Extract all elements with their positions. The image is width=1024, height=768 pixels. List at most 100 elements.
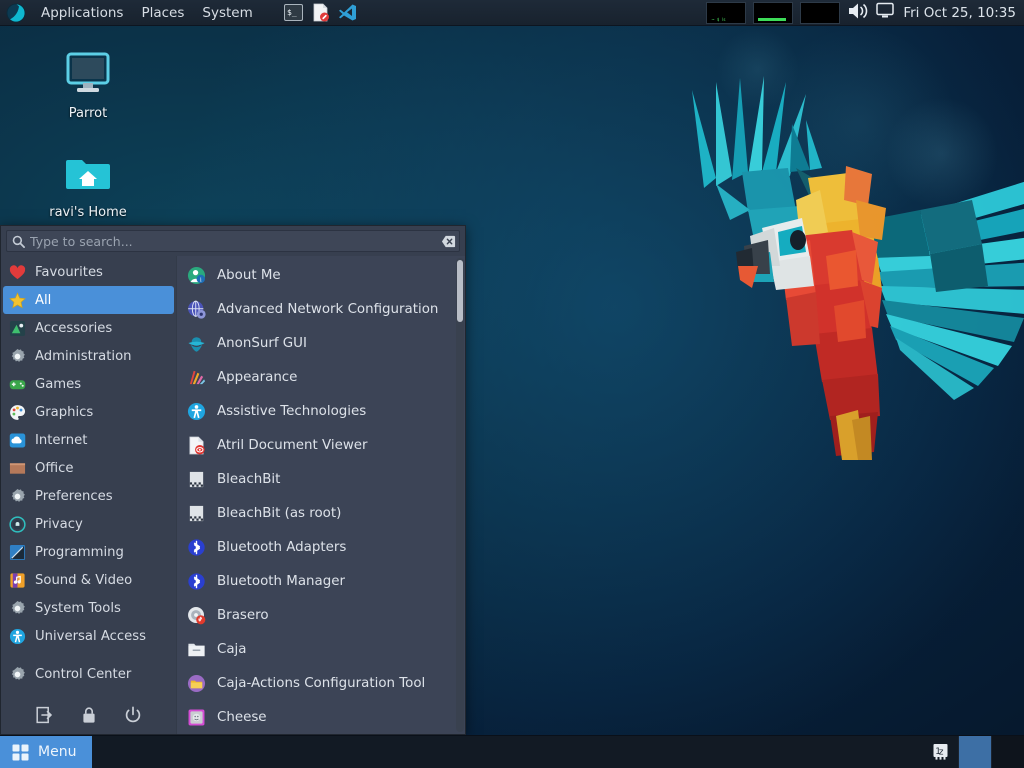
text-editor-blocked-launcher-icon[interactable]	[311, 3, 330, 22]
search-input[interactable]	[30, 234, 441, 249]
scrollbar-thumb[interactable]	[457, 260, 463, 322]
menu-places[interactable]: Places	[132, 0, 193, 26]
sidebar-separator	[1, 650, 176, 660]
clear-icon[interactable]	[441, 234, 456, 249]
sidebar-item-internet[interactable]: Internet	[3, 426, 174, 454]
office-icon	[9, 460, 26, 477]
programming-icon	[9, 544, 26, 561]
sidebar-item-accessories[interactable]: Accessories	[3, 314, 174, 342]
sidebar-item-label: Internet	[35, 433, 87, 448]
menu-applications[interactable]: Applications	[32, 0, 132, 26]
sidebar-item-games[interactable]: Games	[3, 370, 174, 398]
home-folder-icon	[40, 147, 136, 199]
list-item-label: Advanced Network Configuration	[217, 302, 438, 317]
vscode-launcher-icon[interactable]	[338, 3, 357, 22]
sidebar-item-administration[interactable]: Administration	[3, 342, 174, 370]
cpu-sleep-icon[interactable]: 1 z z	[930, 741, 952, 763]
volume-icon[interactable]	[847, 1, 869, 25]
list-item[interactable]: Caja	[177, 632, 456, 666]
list-item[interactable]: Appearance	[177, 360, 456, 394]
app-list-scrollbar[interactable]	[456, 258, 464, 732]
sidebar-item-control-center[interactable]: Control Center	[3, 660, 174, 688]
accessibility-icon	[187, 402, 206, 421]
list-item-label: Appearance	[217, 370, 297, 385]
sidebar-item-label: Universal Access	[35, 629, 146, 644]
star-icon	[9, 292, 26, 309]
search-box[interactable]	[6, 230, 460, 252]
workspace-pager[interactable]	[958, 736, 1024, 768]
sidebar-item-universal-access[interactable]: Universal Access	[3, 622, 174, 650]
top-panel: Applications Places System $_	[0, 0, 1024, 26]
network-config-icon	[187, 300, 206, 319]
sidebar-item-all[interactable]: All	[3, 286, 174, 314]
workspace-thumbnail[interactable]	[800, 2, 840, 24]
music-icon	[9, 572, 26, 589]
workspace-thumbnail[interactable]: ~ $ ls	[706, 2, 746, 24]
sidebar-item-label: Sound & Video	[35, 573, 132, 588]
sidebar-item-graphics[interactable]: Graphics	[3, 398, 174, 426]
menu-button[interactable]: Menu	[0, 736, 92, 768]
sidebar-item-label: Preferences	[35, 489, 113, 504]
sidebar-item-label: All	[35, 293, 51, 308]
list-item[interactable]: BleachBit (as root)	[177, 496, 456, 530]
sidebar-item-label: System Tools	[35, 601, 121, 616]
sidebar-item-sound-video[interactable]: Sound & Video	[3, 566, 174, 594]
workspace-thumbnail[interactable]	[753, 2, 793, 24]
cheese-icon	[187, 708, 206, 727]
workspace-1[interactable]	[958, 736, 991, 768]
sidebar-item-system-tools[interactable]: System Tools	[3, 594, 174, 622]
window-task-list[interactable]	[92, 736, 924, 768]
list-item[interactable]: Atril Document Viewer	[177, 428, 456, 462]
gamepad-icon	[9, 376, 26, 393]
display-icon[interactable]	[876, 2, 894, 23]
gear-icon	[9, 600, 26, 617]
gear-icon	[9, 666, 26, 683]
appearance-icon	[187, 368, 206, 387]
list-item[interactable]: Cheese	[177, 700, 456, 734]
sidebar-item-label: Programming	[35, 545, 124, 560]
list-item[interactable]: Assistive Technologies	[177, 394, 456, 428]
sidebar-item-label: Control Center	[35, 667, 131, 682]
sidebar-item-favourites[interactable]: Favourites	[3, 258, 174, 286]
svg-text:z: z	[944, 745, 947, 752]
desktop-icon-parrot[interactable]: Parrot	[40, 48, 136, 121]
sidebar-item-label: Favourites	[35, 265, 103, 280]
sidebar-item-office[interactable]: Office	[3, 454, 174, 482]
list-item[interactable]: Brasero	[177, 598, 456, 632]
sidebar-item-preferences[interactable]: Preferences	[3, 482, 174, 510]
menu-system[interactable]: System	[193, 0, 261, 26]
list-item[interactable]: Caja-Actions Configuration Tool	[177, 666, 456, 700]
list-item-label: About Me	[217, 268, 281, 283]
list-item[interactable]: Bluetooth Adapters	[177, 530, 456, 564]
list-item[interactable]: Bluetooth Manager	[177, 564, 456, 598]
application-list-pane: i About Me Advanced Netw	[177, 256, 465, 734]
parrot-wallpaper-art	[620, 60, 1024, 460]
accessibility-icon	[9, 628, 26, 645]
list-item[interactable]: BleachBit	[177, 462, 456, 496]
sidebar-item-programming[interactable]: Programming	[3, 538, 174, 566]
sidebar-item-label: Accessories	[35, 321, 112, 336]
list-item-label: AnonSurf GUI	[217, 336, 307, 351]
sidebar-item-privacy[interactable]: Privacy	[3, 510, 174, 538]
terminal-launcher-icon[interactable]: $_	[284, 3, 303, 22]
list-item-label: Caja	[217, 642, 246, 657]
bluetooth-icon	[187, 538, 206, 557]
palette-icon	[9, 404, 26, 421]
clock[interactable]: Fri Oct 25, 10:35	[901, 5, 1016, 21]
session-buttons	[1, 696, 176, 734]
list-item[interactable]: AnonSurf GUI	[177, 326, 456, 360]
logout-icon[interactable]	[36, 706, 54, 724]
application-menu: Favourites All Acc	[0, 225, 466, 735]
parrot-logo-icon[interactable]	[6, 3, 26, 23]
list-item-label: Caja-Actions Configuration Tool	[217, 676, 425, 691]
list-item-label: Atril Document Viewer	[217, 438, 368, 453]
about-me-icon: i	[187, 266, 206, 285]
power-icon[interactable]	[124, 706, 142, 724]
svg-text:$_: $_	[287, 8, 297, 17]
desktop-icon-home[interactable]: ravi's Home	[40, 147, 136, 220]
workspace-2[interactable]	[991, 736, 1024, 768]
lock-icon[interactable]	[80, 706, 98, 724]
list-item[interactable]: Advanced Network Configuration	[177, 292, 456, 326]
list-item[interactable]: i About Me	[177, 258, 456, 292]
category-list: Favourites All Acc	[1, 258, 176, 696]
